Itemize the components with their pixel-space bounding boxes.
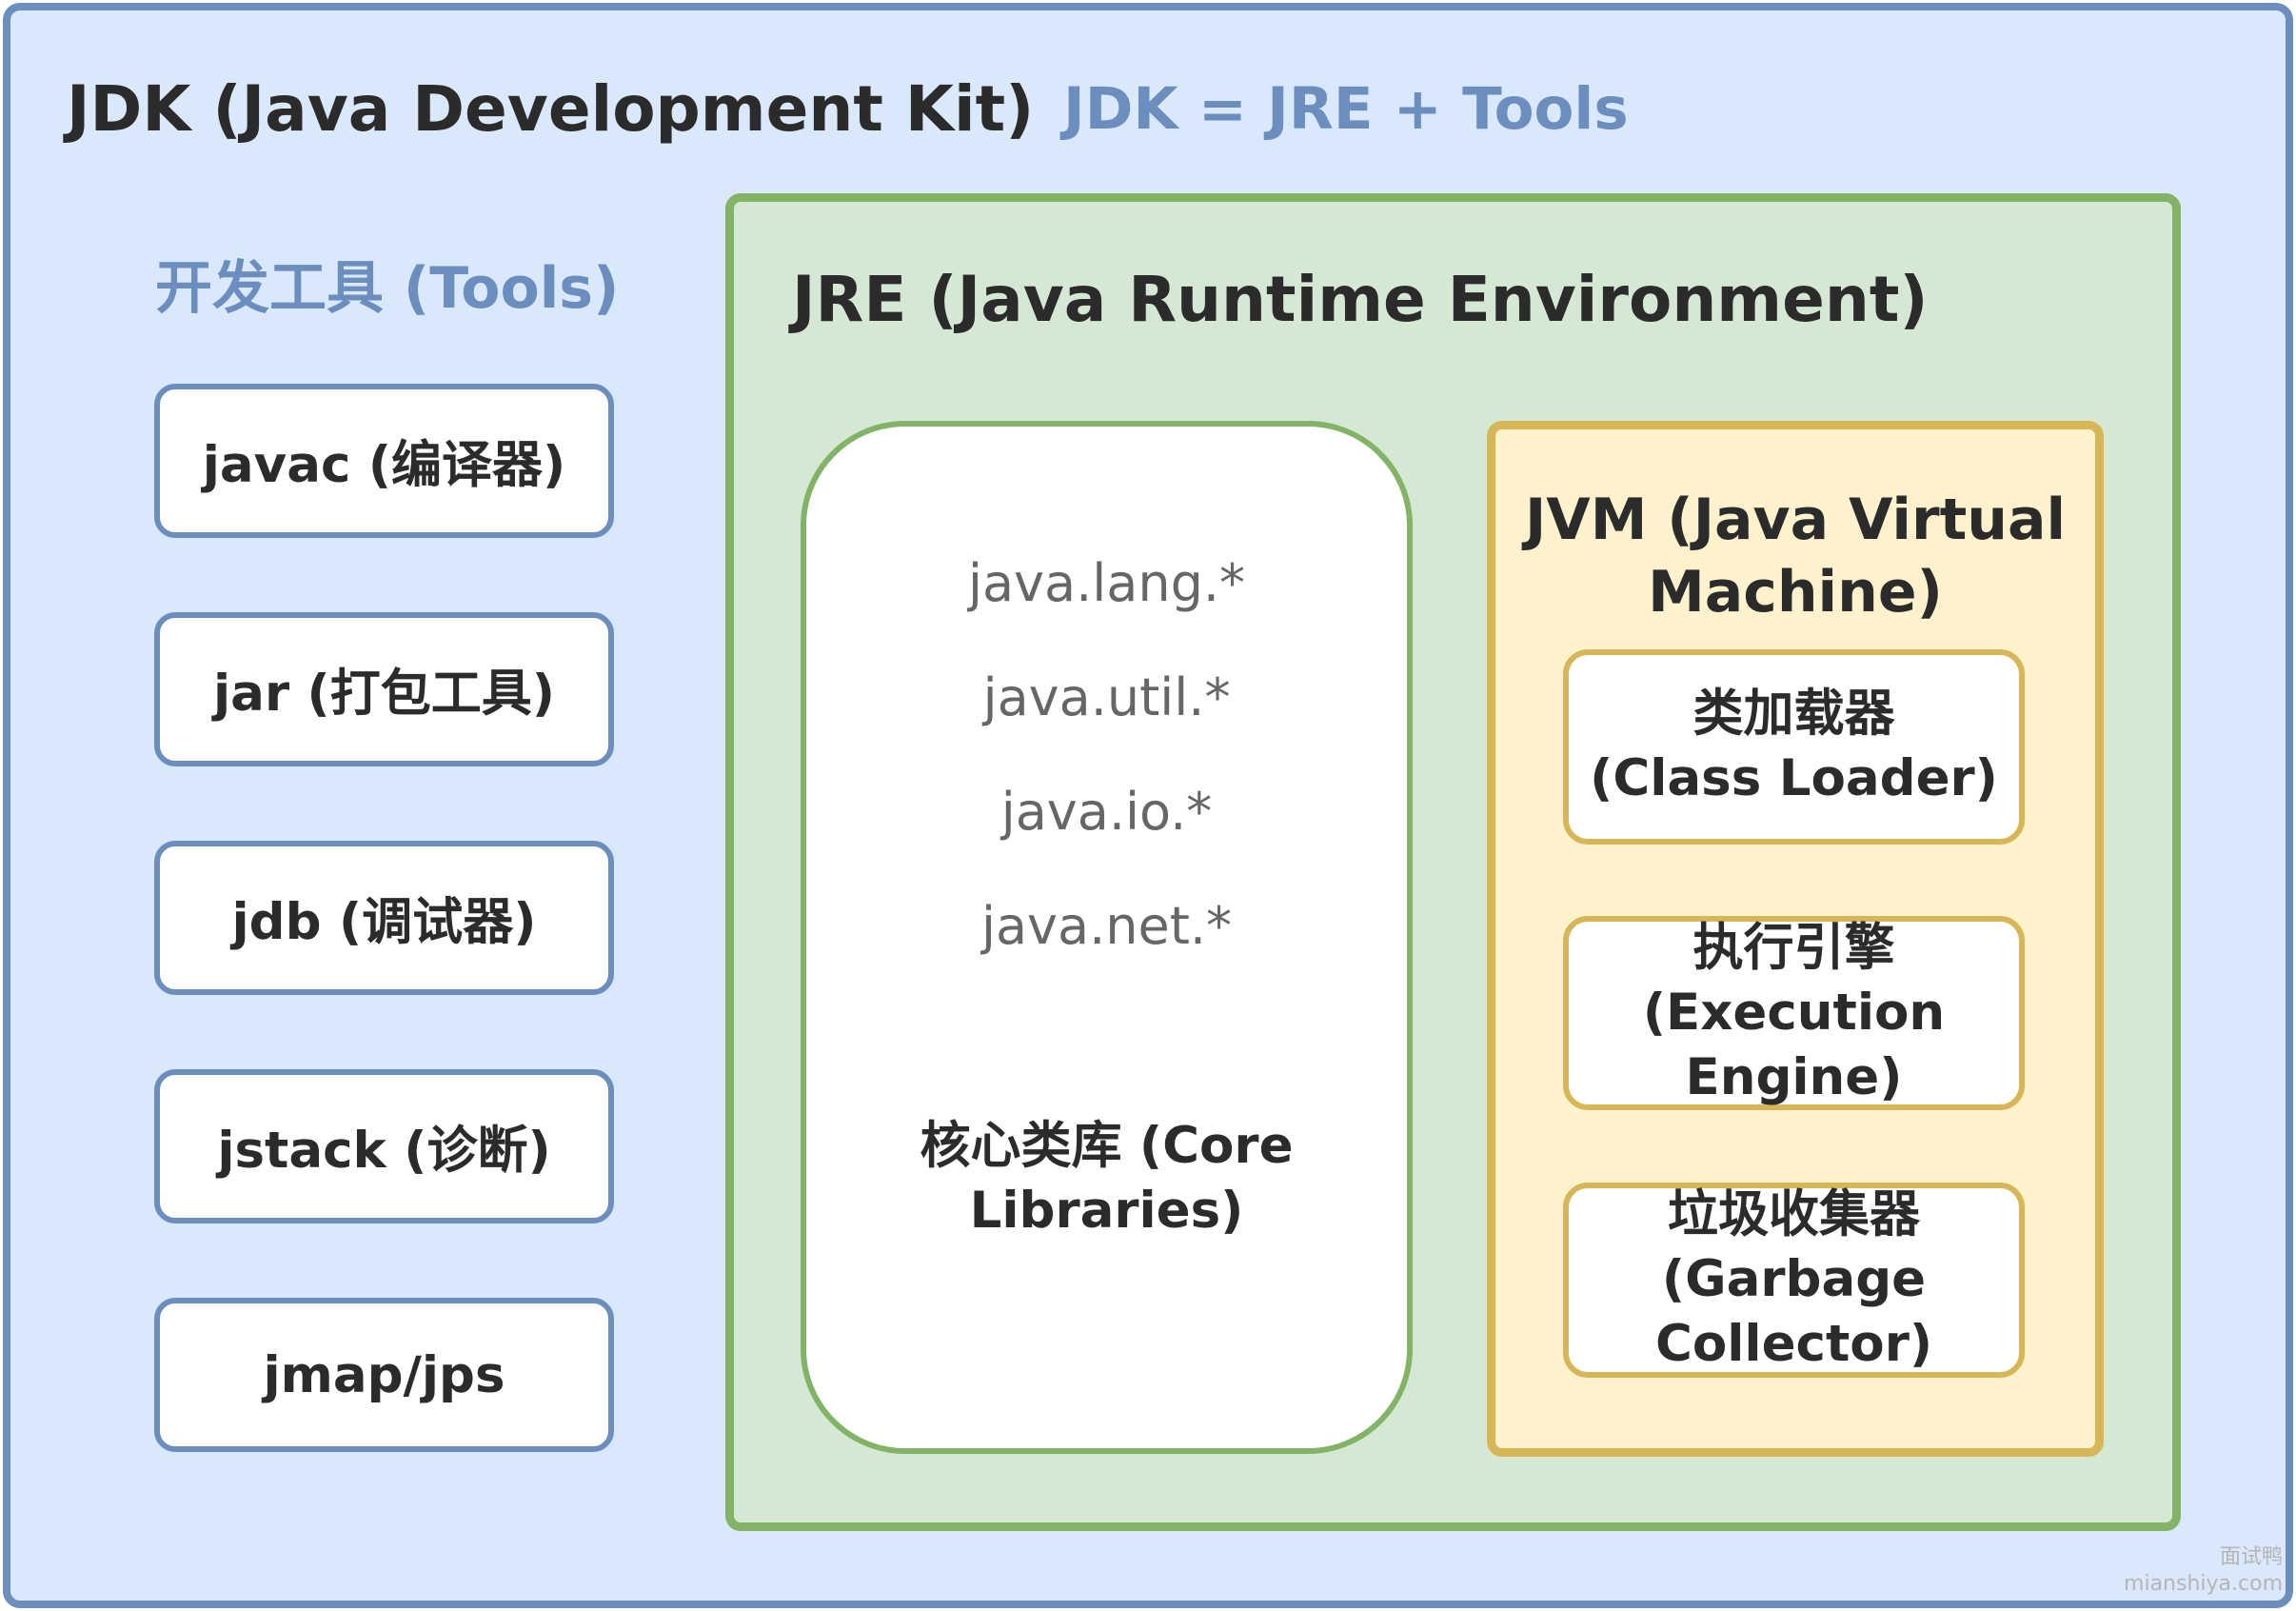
jdk-title: JDK (Java Development Kit) bbox=[67, 72, 1035, 146]
tools-header: 开发工具 (Tools) bbox=[155, 255, 620, 322]
tool-box-jdb: jdb (调试器) bbox=[154, 841, 614, 995]
core-libraries-label: 核心类库 (Core Libraries) bbox=[801, 1114, 1413, 1243]
class-loader-label-line2: (Class Loader) bbox=[1590, 749, 1998, 807]
core-libraries-label-line2: Libraries) bbox=[969, 1182, 1244, 1240]
tool-box-jstack: jstack (诊断) bbox=[154, 1069, 614, 1223]
execution-engine-label-line1: 执行引擎 bbox=[1692, 919, 1895, 977]
jvm-title-line2: Machine) bbox=[1648, 559, 1943, 626]
garbage-collector-label: 垃圾收集器 (Garbage Collector) bbox=[1563, 1183, 2025, 1377]
execution-engine-label-line2: (Execution bbox=[1642, 984, 1946, 1042]
core-libraries-label-line1: 核心类库 (Core bbox=[920, 1117, 1294, 1175]
watermark-line1: 面试鸭 bbox=[2219, 1545, 2283, 1569]
package-java-util: java.util.* bbox=[982, 667, 1231, 727]
jre-title: JRE (Java Runtime Environment) bbox=[792, 263, 1929, 336]
execution-engine-label-line3: Engine) bbox=[1685, 1048, 1903, 1106]
class-loader-label-line1: 类加载器 bbox=[1692, 685, 1895, 743]
tool-box-jmap-jps: jmap/jps bbox=[154, 1298, 614, 1452]
watermark: 面试鸭 mianshiya.com bbox=[2124, 1544, 2283, 1598]
package-java-io: java.io.* bbox=[1000, 782, 1213, 842]
jvm-title: JVM (Java Virtual Machine) bbox=[1487, 484, 2104, 628]
class-loader-label: 类加载器 (Class Loader) bbox=[1563, 682, 2025, 811]
garbage-collector-label-line1: 垃圾收集器 bbox=[1668, 1185, 1920, 1243]
jvm-title-line1: JVM (Java Virtual bbox=[1524, 487, 2067, 553]
tool-box-jar: jar (打包工具) bbox=[154, 612, 614, 766]
watermark-line2: mianshiya.com bbox=[2124, 1572, 2283, 1596]
package-java-net: java.net.* bbox=[980, 896, 1233, 956]
jdk-formula: JDK = JRE + Tools bbox=[1063, 75, 1629, 143]
garbage-collector-label-line2: (Garbage bbox=[1661, 1250, 1927, 1308]
tool-box-javac: javac (编译器) bbox=[154, 384, 614, 538]
package-java-lang: java.lang.* bbox=[967, 553, 1246, 613]
garbage-collector-label-line3: Collector) bbox=[1654, 1315, 1933, 1373]
execution-engine-label: 执行引擎 (Execution Engine) bbox=[1563, 916, 2025, 1110]
